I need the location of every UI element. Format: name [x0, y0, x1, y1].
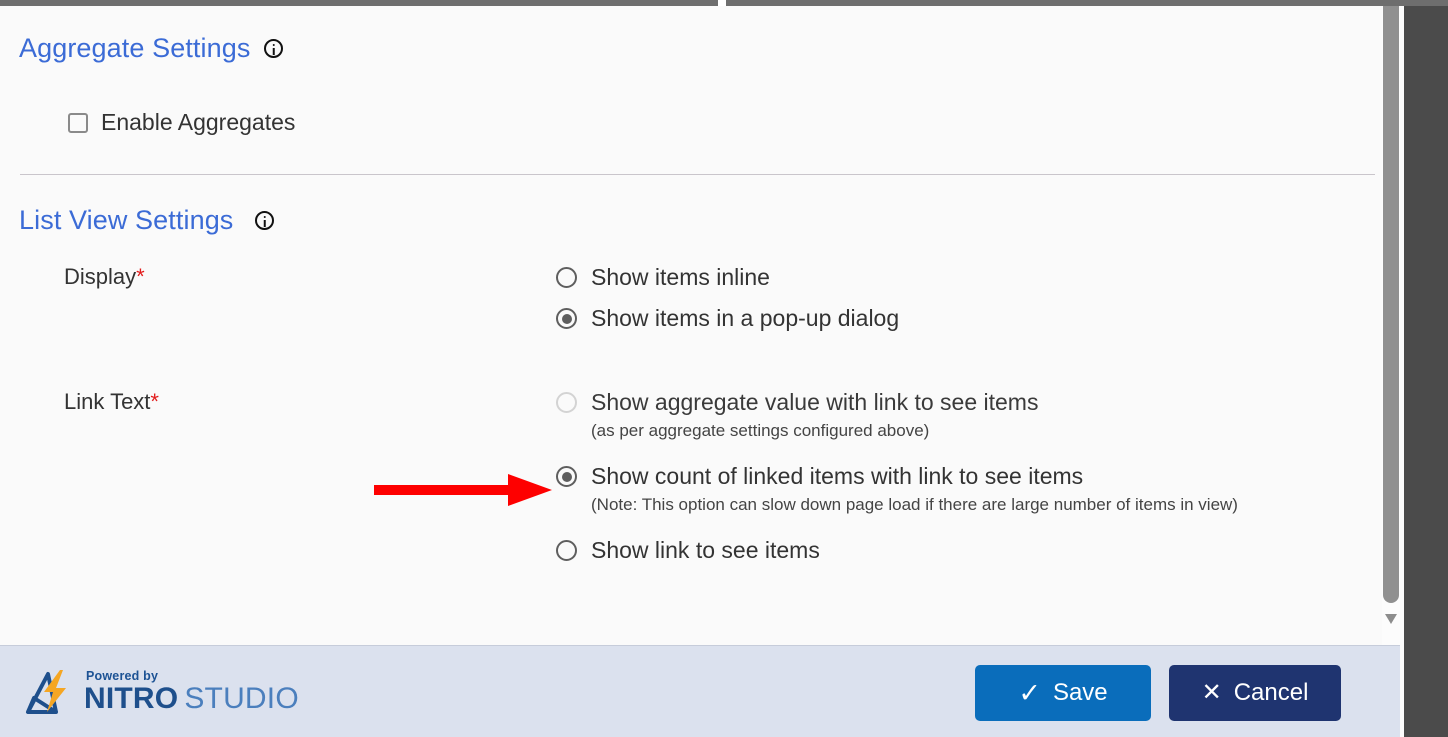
logo-brand-primary: NITRO	[84, 682, 178, 715]
radio-label: Show aggregate value with link to see it…	[591, 389, 1038, 415]
enable-aggregates-row[interactable]: Enable Aggregates	[68, 109, 295, 136]
chevron-down-icon[interactable]	[1385, 614, 1397, 624]
radio-sublabel: (as per aggregate settings configured ab…	[591, 419, 1038, 443]
cancel-button[interactable]: ✕ Cancel	[1169, 665, 1341, 721]
aggregate-settings-heading: Aggregate Settings	[19, 33, 283, 64]
list-view-settings-title: List View Settings	[19, 205, 233, 236]
display-label-text: Display	[64, 264, 136, 289]
radio-texts: Show items in a pop-up dialog	[591, 303, 899, 333]
radio-option-show-link-to-see-items[interactable]: Show link to see items	[556, 535, 1238, 565]
radio-label: Show items in a pop-up dialog	[591, 305, 899, 331]
right-gutter-strip	[1400, 6, 1404, 737]
footer-button-group: ✓ Save ✕ Cancel	[975, 665, 1341, 721]
display-radio-group: Show items inline Show items in a pop-up…	[556, 262, 899, 333]
radio-sublabel: (Note: This option can slow down page lo…	[591, 493, 1238, 517]
radio-circle[interactable]	[556, 267, 577, 288]
link-text-radio-group: Show aggregate value with link to see it…	[556, 387, 1238, 565]
info-icon[interactable]	[264, 39, 283, 58]
enable-aggregates-label: Enable Aggregates	[101, 109, 295, 136]
settings-dialog: Aggregate Settings Enable Aggregates Lis…	[0, 0, 1448, 737]
logo-brand-name: NITROSTUDIO	[84, 684, 299, 714]
save-button-label: Save	[1053, 679, 1108, 707]
save-button[interactable]: ✓ Save	[975, 665, 1151, 721]
logo-text-block: Powered by NITROSTUDIO	[84, 670, 299, 714]
check-icon: ✓	[1018, 680, 1041, 707]
required-asterisk: *	[150, 389, 159, 414]
radio-option-show-aggregate-value[interactable]: Show aggregate value with link to see it…	[556, 387, 1238, 443]
radio-option-show-items-popup[interactable]: Show items in a pop-up dialog	[556, 303, 899, 333]
settings-content-pane: Aggregate Settings Enable Aggregates Lis…	[0, 6, 1399, 645]
close-icon: ✕	[1202, 681, 1222, 705]
link-text-field-label: Link Text*	[64, 389, 159, 415]
scrollbar-thumb[interactable]	[1383, 6, 1399, 603]
section-divider	[20, 174, 1375, 175]
radio-label: Show count of linked items with link to …	[591, 463, 1083, 489]
required-asterisk: *	[136, 264, 145, 289]
radio-label: Show items inline	[591, 264, 770, 290]
radio-circle[interactable]	[556, 392, 577, 413]
display-field-label: Display*	[64, 264, 145, 290]
radio-texts: Show items inline	[591, 262, 770, 292]
radio-circle[interactable]	[556, 540, 577, 561]
aggregate-settings-title: Aggregate Settings	[19, 33, 250, 64]
radio-texts: Show count of linked items with link to …	[591, 461, 1238, 517]
info-icon[interactable]	[255, 211, 274, 230]
radio-circle[interactable]	[556, 308, 577, 329]
cancel-button-label: Cancel	[1234, 679, 1309, 707]
right-gutter	[1400, 6, 1448, 737]
nitro-studio-logo: Powered by NITROSTUDIO	[22, 668, 299, 716]
enable-aggregates-checkbox[interactable]	[68, 113, 88, 133]
radio-option-show-count-of-linked-items[interactable]: Show count of linked items with link to …	[556, 461, 1238, 517]
radio-label: Show link to see items	[591, 537, 820, 563]
radio-option-show-items-inline[interactable]: Show items inline	[556, 262, 899, 292]
dialog-footer: Powered by NITROSTUDIO ✓ Save ✕ Cancel	[0, 645, 1400, 737]
logo-brand-secondary: STUDIO	[184, 682, 299, 715]
link-text-label-text: Link Text	[64, 389, 150, 414]
radio-circle[interactable]	[556, 466, 577, 487]
vertical-scrollbar[interactable]	[1382, 6, 1400, 645]
radio-texts: Show aggregate value with link to see it…	[591, 387, 1038, 443]
nitro-bolt-triangle-icon	[22, 668, 78, 716]
radio-texts: Show link to see items	[591, 535, 820, 565]
red-arrow-annotation-icon	[374, 472, 552, 508]
list-view-settings-heading: List View Settings	[19, 205, 274, 236]
